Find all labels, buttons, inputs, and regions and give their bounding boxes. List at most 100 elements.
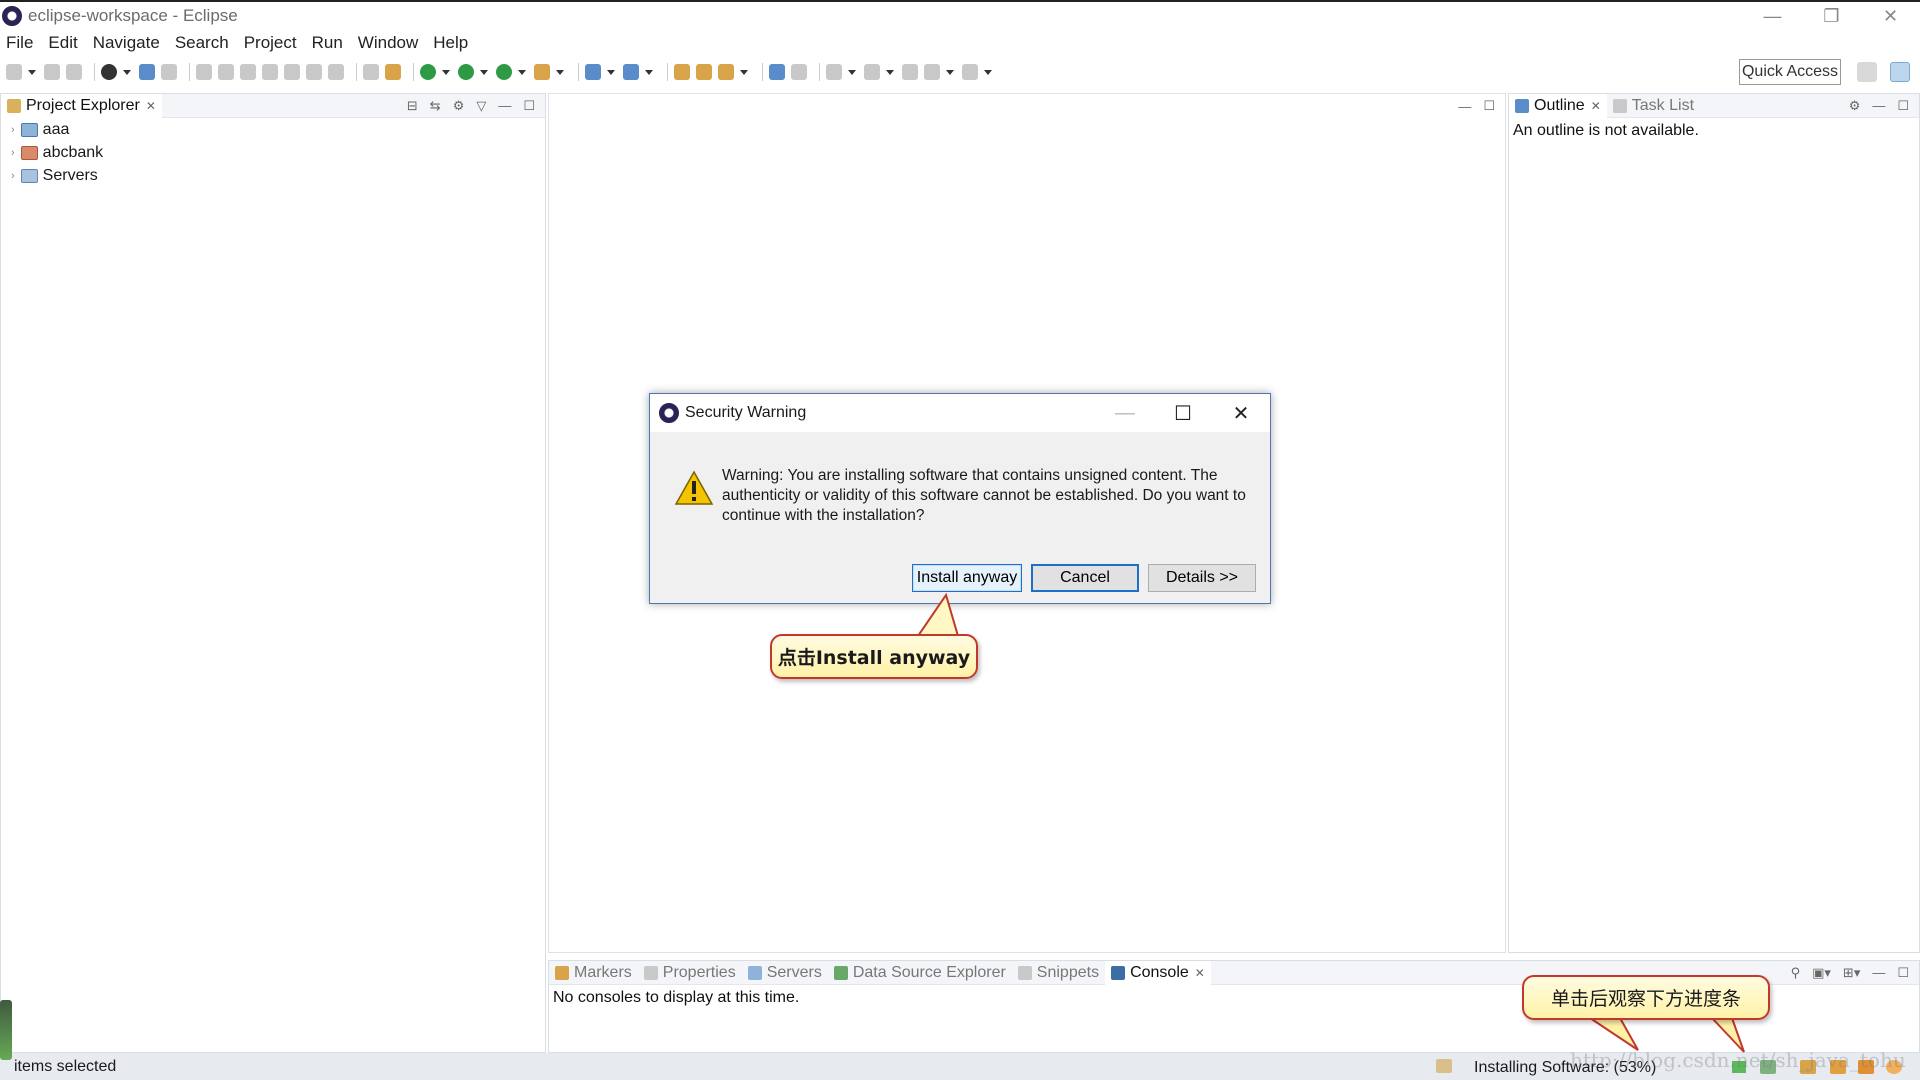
open-console-icon[interactable]: ⊞▾ (1843, 965, 1860, 981)
maximize-panel-icon[interactable]: ☐ (1897, 98, 1909, 114)
menu-edit[interactable]: Edit (48, 33, 77, 53)
minimize-panel-icon[interactable]: — (498, 98, 511, 113)
resume-icon[interactable] (196, 64, 212, 80)
tab-data-source-explorer[interactable]: Data Source Explorer (828, 961, 1012, 985)
chevron-down-icon[interactable] (480, 69, 488, 75)
chevron-down-icon[interactable] (123, 69, 131, 75)
pin-icon[interactable] (161, 64, 177, 80)
chevron-down-icon[interactable] (556, 69, 564, 75)
quick-access-input[interactable]: Quick Access (1739, 59, 1841, 85)
run-icon[interactable] (458, 64, 474, 80)
maximize-panel-icon[interactable]: ☐ (1897, 965, 1909, 981)
menu-navigate[interactable]: Navigate (93, 33, 160, 53)
close-button[interactable]: ✕ (1861, 2, 1920, 30)
step-over-icon[interactable] (306, 64, 322, 80)
maximize-panel-icon[interactable]: ☐ (1483, 98, 1495, 114)
save-icon[interactable] (44, 64, 60, 80)
minimize-panel-icon[interactable]: — (1872, 98, 1885, 113)
next-annotation-icon[interactable] (826, 64, 842, 80)
coverage-icon[interactable] (496, 64, 512, 80)
menu-file[interactable]: File (6, 33, 33, 53)
external-tools-icon[interactable] (534, 64, 550, 80)
tree-item-servers[interactable]: › Servers (1, 164, 545, 187)
server-icon[interactable] (385, 64, 401, 80)
prev-annotation-icon[interactable] (864, 64, 880, 80)
menu-project[interactable]: Project (244, 33, 297, 53)
pin-console-icon[interactable]: ⚲ (1791, 965, 1801, 981)
link-editor-icon[interactable]: ⇆ (430, 98, 441, 114)
chevron-right-icon[interactable]: › (11, 147, 15, 159)
globe-icon[interactable] (769, 64, 785, 80)
display-console-icon[interactable]: ▣▾ (1812, 965, 1831, 981)
new-web-icon[interactable] (623, 64, 639, 80)
menu-window[interactable]: Window (358, 33, 418, 53)
dialog-close-button[interactable]: ✕ (1212, 394, 1270, 432)
minimize-panel-icon[interactable]: — (1458, 99, 1471, 114)
cancel-button[interactable]: Cancel (1031, 564, 1139, 592)
annotation-icon[interactable] (791, 64, 807, 80)
tab-project-explorer[interactable]: Project Explorer ✕ (1, 93, 162, 118)
forward-icon[interactable] (962, 64, 978, 80)
install-anyway-button[interactable]: Install anyway (912, 564, 1022, 592)
terminate-icon[interactable] (240, 64, 256, 80)
dialog-maximize-button[interactable]: ☐ (1154, 394, 1212, 432)
step-into-icon[interactable] (284, 64, 300, 80)
new-icon[interactable] (6, 64, 22, 80)
maximize-panel-icon[interactable]: ☐ (523, 98, 535, 114)
tree-item-abcbank[interactable]: › abcbank (1, 141, 545, 164)
menu-run[interactable]: Run (312, 33, 343, 53)
collapse-all-icon[interactable]: ⊟ (407, 98, 418, 114)
tab-snippets[interactable]: Snippets (1012, 961, 1105, 985)
tab-outline[interactable]: Outline ✕ (1509, 93, 1607, 118)
save-all-icon[interactable] (66, 64, 82, 80)
restore-button[interactable]: ❐ (1802, 2, 1861, 30)
wrap-icon[interactable] (363, 64, 379, 80)
filter-icon[interactable]: ⚙ (453, 98, 465, 114)
close-icon[interactable]: ✕ (1195, 966, 1205, 980)
last-edit-icon[interactable] (902, 64, 918, 80)
chevron-down-icon[interactable] (740, 69, 748, 75)
step-return-icon[interactable] (328, 64, 344, 80)
chevron-down-icon[interactable] (607, 69, 615, 75)
close-icon[interactable]: ✕ (1591, 99, 1601, 113)
minimize-button[interactable]: — (1743, 2, 1802, 30)
chevron-down-icon[interactable] (518, 69, 526, 75)
chevron-down-icon[interactable] (442, 69, 450, 75)
chevron-down-icon[interactable] (984, 69, 992, 75)
chevron-down-icon[interactable] (946, 69, 954, 75)
disconnect-icon[interactable] (262, 64, 278, 80)
chevron-right-icon[interactable]: › (11, 170, 15, 182)
debug-icon[interactable] (420, 64, 436, 80)
menu-search[interactable]: Search (175, 33, 229, 53)
open-perspective-icon[interactable] (1857, 62, 1877, 82)
chevron-down-icon[interactable] (886, 69, 894, 75)
dialog-minimize-button[interactable]: — (1096, 394, 1154, 432)
open-folder-icon[interactable] (696, 64, 712, 80)
tab-properties[interactable]: Properties (638, 961, 742, 985)
details-button[interactable]: Details >> (1148, 564, 1256, 592)
new-server-icon[interactable] (585, 64, 601, 80)
suspend-icon[interactable] (218, 64, 234, 80)
search-tool-icon[interactable] (718, 64, 734, 80)
tab-servers[interactable]: Servers (742, 961, 828, 985)
menu-help[interactable]: Help (433, 33, 468, 53)
chevron-down-icon[interactable] (645, 69, 653, 75)
terminal-icon[interactable] (139, 64, 155, 80)
minimize-panel-icon[interactable]: — (1872, 965, 1885, 980)
progress-icon[interactable] (1436, 1059, 1452, 1073)
tab-task-list[interactable]: Task List (1607, 94, 1700, 118)
java-ee-perspective-icon[interactable] (1890, 62, 1910, 82)
view-menu-icon[interactable]: ▽ (476, 98, 486, 114)
close-icon[interactable]: ✕ (146, 99, 156, 113)
skip-breakpoints-icon[interactable] (101, 64, 117, 80)
open-type-icon[interactable] (674, 64, 690, 80)
chevron-right-icon[interactable]: › (11, 124, 15, 136)
tab-console[interactable]: Console ✕ (1105, 960, 1211, 985)
back-icon[interactable] (924, 64, 940, 80)
chevron-down-icon[interactable] (28, 69, 36, 75)
chevron-down-icon[interactable] (848, 69, 856, 75)
tab-markers[interactable]: Markers (549, 961, 638, 985)
heap-gauge[interactable] (0, 1000, 12, 1060)
focus-icon[interactable]: ⚙ (1849, 98, 1861, 114)
tree-item-aaa[interactable]: › aaa (1, 118, 545, 141)
